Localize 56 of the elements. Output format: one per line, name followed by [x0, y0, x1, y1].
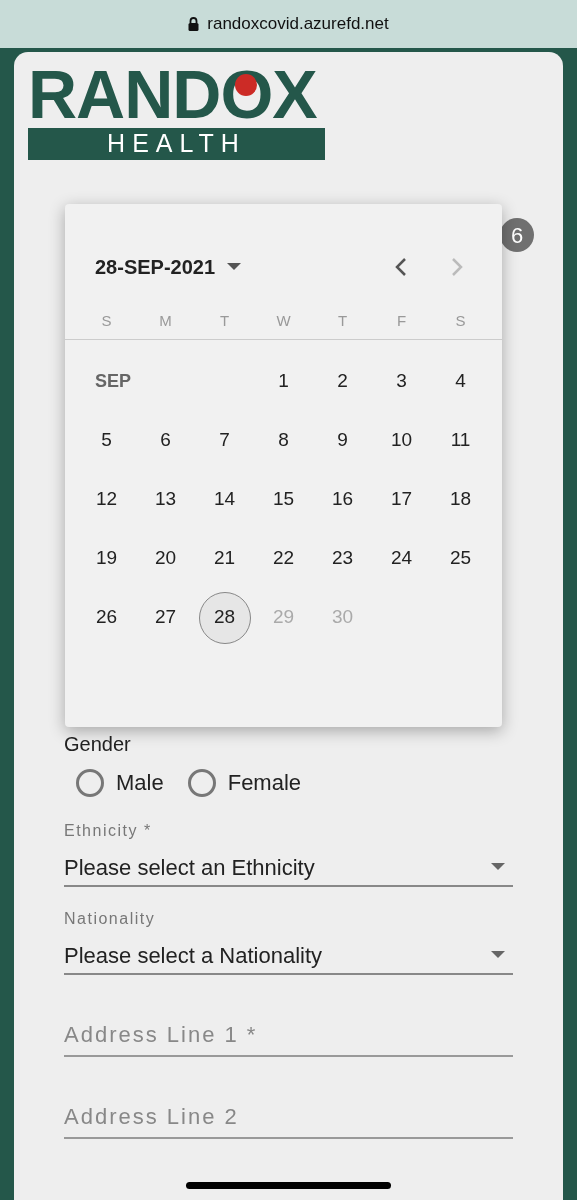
calendar-day[interactable]: 1 — [257, 355, 310, 408]
dropdown-caret-icon — [491, 863, 505, 871]
calendar-day[interactable]: 10 — [375, 414, 428, 467]
gender-label: Gender — [64, 732, 132, 756]
gender-radio[interactable]: Female — [187, 766, 302, 799]
calendar-day[interactable]: 22 — [257, 532, 310, 585]
weekday-label: M — [158, 311, 173, 332]
calendar-day[interactable]: 25 — [434, 532, 487, 585]
calendar-day[interactable]: 7 — [198, 414, 251, 467]
calendar-day[interactable]: 15 — [257, 473, 310, 526]
calendar-day[interactable]: 26 — [80, 591, 133, 644]
logo-wordmark: RANDOX — [28, 60, 317, 128]
calendar-day[interactable]: 20 — [139, 532, 192, 585]
logo-band: HEALTH — [28, 128, 325, 160]
lock-icon — [188, 17, 200, 31]
calendar-day[interactable]: 14 — [198, 473, 251, 526]
calendar-day[interactable]: 13 — [139, 473, 192, 526]
calendar-day[interactable]: 3 — [375, 355, 428, 408]
calendar-day[interactable]: 27 — [139, 591, 192, 644]
weekday-label: S — [100, 311, 113, 332]
field-label: Nationality — [64, 909, 157, 929]
text-field[interactable]: Address Line 2 — [64, 1097, 513, 1139]
weekday-label: F — [395, 311, 408, 332]
weekday-label: S — [454, 311, 467, 332]
calendar-day[interactable]: 11 — [434, 414, 487, 467]
field-label: Ethnicity * — [64, 821, 153, 841]
dropdown-caret-icon — [227, 263, 242, 271]
weekday-label: T — [336, 311, 349, 332]
month-label: SEP — [94, 370, 133, 393]
calendar-day[interactable]: 9 — [316, 414, 369, 467]
calendar-day[interactable]: 16 — [316, 473, 369, 526]
calendar-day[interactable]: 17 — [375, 473, 428, 526]
calendar-day[interactable]: 6 — [139, 414, 192, 467]
gender-radio[interactable]: Male — [76, 766, 164, 799]
dropdown-field[interactable]: Please select a Nationality — [64, 937, 513, 975]
date-dropdown[interactable]: 28-SEP-2021 — [95, 252, 242, 282]
calendar-day[interactable]: 24 — [375, 532, 428, 585]
weekday-label: W — [275, 311, 292, 332]
calendar-day[interactable]: 19 — [80, 532, 133, 585]
text-field[interactable]: Address Line 1 * — [64, 1015, 513, 1057]
dropdown-field[interactable]: Please select an Ethnicity — [64, 849, 513, 887]
calendar-day[interactable]: 5 — [80, 414, 133, 467]
step-badge: 6 — [500, 218, 534, 252]
calendar-day[interactable]: 18 — [434, 473, 487, 526]
url-text[interactable]: randoxcovid.azurefd.net — [207, 11, 389, 37]
calendar-day[interactable]: 23 — [316, 532, 369, 585]
weekday-label: T — [218, 311, 231, 332]
calendar-day[interactable]: 21 — [198, 532, 251, 585]
chevron-left-icon — [395, 257, 407, 277]
calendar-day[interactable]: 12 — [80, 473, 133, 526]
calendar-day[interactable]: 8 — [257, 414, 310, 467]
calendar-day[interactable]: 4 — [434, 355, 487, 408]
dropdown-caret-icon — [491, 951, 505, 959]
chevron-right-icon — [451, 257, 463, 277]
calendar-day[interactable]: 2 — [316, 355, 369, 408]
calendar-day[interactable]: 28 — [198, 591, 251, 644]
